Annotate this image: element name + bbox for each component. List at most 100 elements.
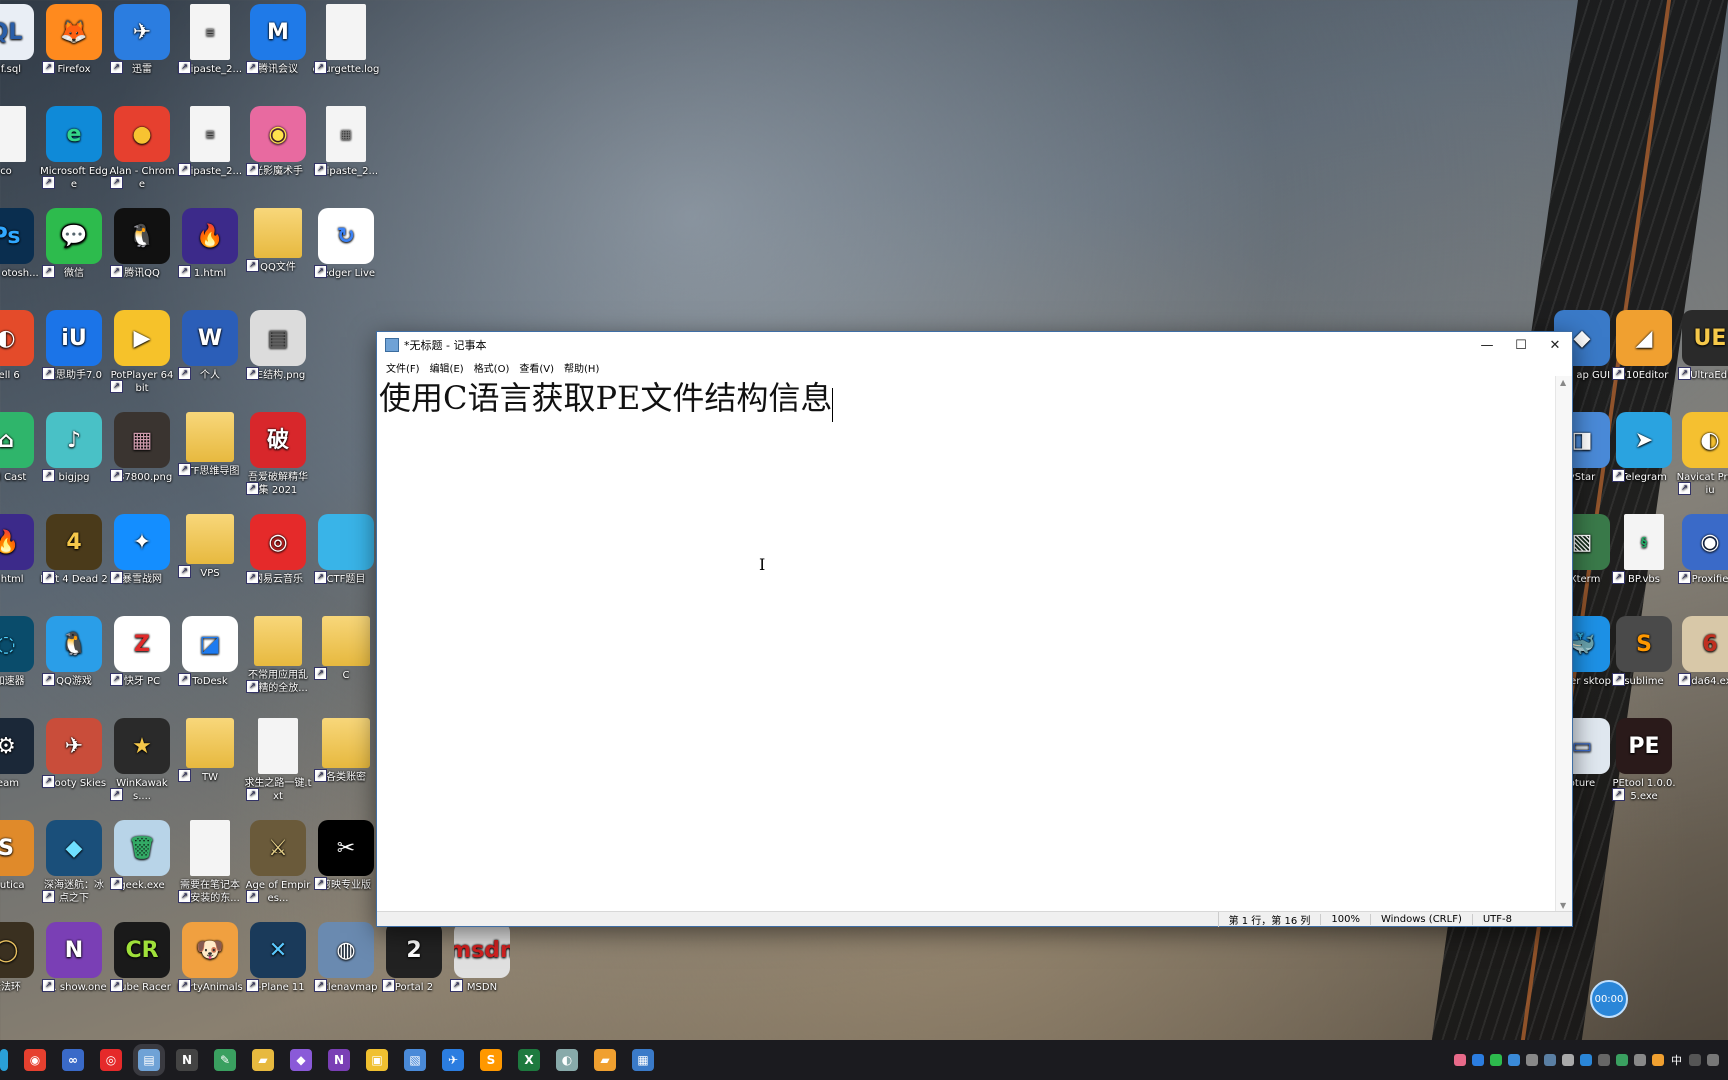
desktop-icon[interactable]: 🔥 ↗ 1.html bbox=[176, 208, 244, 280]
screenshot-icon[interactable]: ▧ bbox=[404, 1049, 426, 1071]
desktop-icon[interactable]: ◐↗Navicat Premiu bbox=[1676, 412, 1728, 497]
desktop-icon[interactable]: 🔥↗lu.html bbox=[0, 514, 40, 586]
visual-studio-icon[interactable]: ◆ bbox=[290, 1049, 312, 1071]
input-language[interactable]: 中 bbox=[1671, 1052, 1682, 1068]
menu-view[interactable]: 查看(V) bbox=[514, 358, 559, 376]
desktop-icon[interactable]: N ↗ ctf. show.one bbox=[40, 922, 108, 994]
desktop-icon[interactable]: QL↗mf.sql bbox=[0, 4, 40, 76]
close-button[interactable]: ✕ bbox=[1538, 332, 1572, 358]
tray-display-icon[interactable] bbox=[1598, 1054, 1610, 1066]
desktop-icon[interactable]: ✦ ↗ 暴雪战网 bbox=[108, 514, 176, 586]
app2-icon[interactable]: ◐ bbox=[556, 1049, 578, 1071]
tray-network-icon[interactable] bbox=[1508, 1054, 1520, 1066]
desktop-icon[interactable]: iU ↗ 爱思助手7.0 bbox=[40, 310, 108, 382]
desktop-icon[interactable]: ↗ CTF思维导图 bbox=[176, 412, 244, 478]
tray-search-icon[interactable] bbox=[1652, 1054, 1664, 1066]
sublime-icon[interactable]: S bbox=[480, 1049, 502, 1071]
desktop-icon[interactable]: ↗ 各类账密 bbox=[312, 718, 380, 784]
menu-help[interactable]: 帮助(H) bbox=[559, 358, 604, 376]
notepad-titlebar[interactable]: *无标题 - 记事本 — ☐ ✕ bbox=[377, 332, 1572, 358]
desktop-icon[interactable]: 2 ↗ Portal 2 bbox=[380, 922, 448, 994]
desktop-icon[interactable]: ➤ ↗ Telegram bbox=[1610, 412, 1678, 484]
desktop-icon[interactable]: ◪ ↗ ToDesk bbox=[176, 616, 244, 688]
notepad-icon[interactable]: ▤ bbox=[138, 1049, 160, 1071]
desktop-icon[interactable]: ↗ 求生之路一键.txt bbox=[244, 718, 312, 803]
desktop-icon[interactable]: CR ↗ Cube Racer bbox=[108, 922, 176, 994]
desktop-icon[interactable]: ↗ QQ文件 bbox=[244, 208, 312, 274]
tray-security-icon[interactable] bbox=[1526, 1054, 1538, 1066]
desktop-icon[interactable]: ◌↗U加速器 bbox=[0, 616, 40, 688]
desktop-icon[interactable]: ↗ courgette.log bbox=[312, 4, 380, 76]
chrome-icon[interactable]: ◉ bbox=[24, 1049, 46, 1071]
text-editor[interactable]: 使用C语言获取PE文件结构信息 bbox=[377, 376, 1556, 912]
desktop-icon[interactable]: ↗ TW bbox=[176, 718, 244, 784]
photo-icon[interactable]: ✎ bbox=[214, 1049, 236, 1071]
desktop-icon[interactable]: ◉ ↗ 光影魔术手 bbox=[244, 106, 312, 178]
desktop-icon[interactable]: S ↗ sublime bbox=[1610, 616, 1678, 688]
desktop-icon[interactable]: Ps↗dobe otosh... bbox=[0, 208, 40, 280]
desktop-icon[interactable]: 🐧 ↗ QQ游戏 bbox=[40, 616, 108, 688]
folder-icon[interactable]: ▰ bbox=[594, 1049, 616, 1071]
desktop-icon[interactable]: ▤ ↗ PE结构.png bbox=[244, 310, 312, 382]
desktop-icon[interactable]: ◉ ↗ Proxifie bbox=[1676, 514, 1728, 586]
desktop-icon[interactable]: ↗ C bbox=[312, 616, 380, 682]
notes-icon[interactable]: ▣ bbox=[366, 1049, 388, 1071]
desktop-icon[interactable]: ✈ ↗ Shooty Skies bbox=[40, 718, 108, 790]
tray-app-icon[interactable] bbox=[1454, 1054, 1466, 1066]
notepad-window[interactable]: *无标题 - 记事本 — ☐ ✕ 文件(F) 编辑(E) 格式(O) 查看(V)… bbox=[376, 331, 1573, 927]
desktop-icon[interactable]: ↗ 不常用应用乱糟糟的全放... bbox=[244, 616, 312, 695]
desktop-icon[interactable]: Z ↗ 快牙 PC bbox=[108, 616, 176, 688]
desktop-icon[interactable]: UE ↗ UltraEdi bbox=[1676, 310, 1728, 382]
desktop-icon[interactable]: 🐧 ↗ 腾讯QQ bbox=[108, 208, 176, 280]
tray-sync-icon[interactable] bbox=[1544, 1054, 1556, 1066]
desktop-icon[interactable]: ◎ ↗ 网易云音乐 bbox=[244, 514, 312, 586]
scroll-down-icon[interactable]: ▼ bbox=[1560, 901, 1566, 910]
desktop-icon[interactable]: ↗co bbox=[0, 106, 40, 178]
desktop-icon[interactable]: ⚔ ↗ Age of Empires... bbox=[244, 820, 312, 905]
desktop-icon[interactable]: 破 ↗ 吾爱破解精华集 2021 bbox=[244, 412, 312, 497]
desktop-icon[interactable]: ◯↗登法环 bbox=[0, 922, 40, 994]
vertical-scrollbar[interactable]: ▲ ▼ bbox=[1555, 376, 1572, 912]
tray-qq-icon[interactable] bbox=[1472, 1054, 1484, 1066]
netease-music-icon[interactable]: ◎ bbox=[100, 1049, 122, 1071]
desktop-icon[interactable]: § ↗ BP.vbs bbox=[1610, 514, 1678, 586]
tray-mic-icon[interactable] bbox=[1562, 1054, 1574, 1066]
app-icon[interactable]: ∞ bbox=[62, 1049, 84, 1071]
desktop-icon[interactable]: 4 ↗ Left 4 Dead 2 bbox=[40, 514, 108, 586]
desktop-icon[interactable]: 🗑 ↗ geek.exe bbox=[108, 820, 176, 892]
desktop-icon[interactable]: ↗ VPS bbox=[176, 514, 244, 580]
terminal-icon[interactable]: N bbox=[176, 1049, 198, 1071]
tray-battery-icon[interactable] bbox=[1616, 1054, 1628, 1066]
recording-timer[interactable]: 00:00 bbox=[1590, 980, 1628, 1018]
menu-edit[interactable]: 编辑(E) bbox=[425, 358, 469, 376]
desktop-icon[interactable]: e ↗ Microsoft Edge bbox=[40, 106, 108, 191]
editor-content[interactable]: 使用C语言获取PE文件结构信息 bbox=[379, 379, 832, 417]
minimize-button[interactable]: — bbox=[1470, 332, 1504, 358]
start-icon[interactable] bbox=[0, 1049, 8, 1071]
desktop-icon[interactable]: ⌂↗oid Cast bbox=[0, 412, 40, 484]
menu-file[interactable]: 文件(F) bbox=[381, 358, 425, 376]
desktop-icon[interactable]: ▶ ↗ PotPlayer 64 bit bbox=[108, 310, 176, 395]
desktop-icon[interactable]: ↻ ↗ Ledger Live bbox=[312, 208, 380, 280]
tray-ime-icon[interactable] bbox=[1689, 1054, 1701, 1066]
desktop-icon[interactable]: ✂ ↗ 剪映专业版 bbox=[312, 820, 380, 892]
mail-icon[interactable]: ✈ bbox=[442, 1049, 464, 1071]
desktop-icon[interactable]: ♪ ↗ bigjpg bbox=[40, 412, 108, 484]
desktop-icon[interactable]: ● ↗ Alan - Chrome bbox=[108, 106, 176, 191]
desktop-icon[interactable]: ✈ ↗ 迅雷 bbox=[108, 4, 176, 76]
desktop-icon[interactable]: ◆ ↗ 深海迷航：冰点之下 bbox=[40, 820, 108, 905]
desktop-icon[interactable]: M ↗ 腾讯会议 bbox=[244, 4, 312, 76]
desktop-icon[interactable]: ▦ ↗ 737800.png bbox=[108, 412, 176, 484]
desktop-icon[interactable]: msdn ↗ MSDN bbox=[448, 922, 516, 994]
desktop-icon[interactable]: ◢ ↗ 010Editor bbox=[1610, 310, 1678, 382]
desktop-icon[interactable]: ★ ↗ WinKawaks.... bbox=[108, 718, 176, 803]
desktop-icon[interactable]: S↗nautica bbox=[0, 820, 40, 892]
scroll-up-icon[interactable]: ▲ bbox=[1560, 378, 1566, 387]
tray-volume-icon[interactable] bbox=[1634, 1054, 1646, 1066]
maximize-button[interactable]: ☐ bbox=[1504, 332, 1538, 358]
excel-icon[interactable]: X bbox=[518, 1049, 540, 1071]
desktop-icon[interactable]: 🦊 ↗ Firefox bbox=[40, 4, 108, 76]
desktop-icon[interactable]: 💬 ↗ 微信 bbox=[40, 208, 108, 280]
desktop-icon[interactable]: ≡ ↗ Snipaste_2... bbox=[176, 4, 244, 76]
desktop-icon[interactable]: ↗ CTF题目 bbox=[312, 514, 380, 586]
